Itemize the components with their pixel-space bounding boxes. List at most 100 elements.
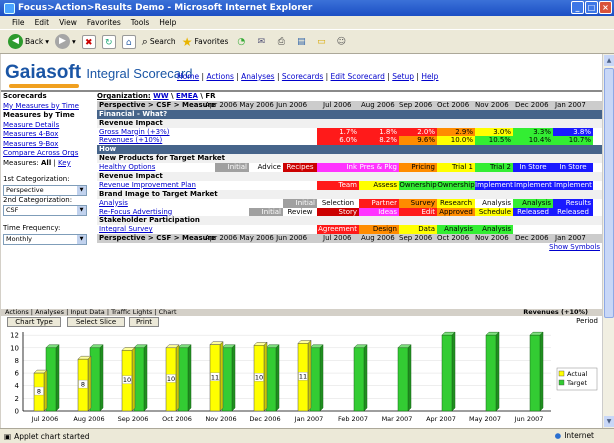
- section-how: How: [97, 145, 602, 155]
- row-integral-survey: Integral Survey Agreement Design Data An…: [99, 225, 513, 235]
- nav-actions[interactable]: Actions: [206, 72, 233, 81]
- left-panel: Scorecards My Measures by Time Measures …: [3, 92, 93, 245]
- history-icon[interactable]: ◔: [234, 35, 248, 49]
- nav-analyses[interactable]: Analyses: [241, 72, 274, 81]
- measure-healthy-options-link[interactable]: Healthy Options: [99, 163, 155, 172]
- row-revenues: Revenues (+10%) 6.0% 8.2% 9.6% 10.0% 10.…: [99, 136, 593, 146]
- measure-gross-margin-link[interactable]: Gross Margin (+3%): [99, 128, 170, 137]
- measure-analysis-link[interactable]: Analysis: [99, 199, 128, 208]
- target-bar-side: [275, 344, 280, 412]
- y-tick-label: 12: [10, 332, 19, 340]
- nav-help[interactable]: Help: [421, 72, 438, 81]
- home-icon[interactable]: ⌂: [121, 34, 136, 49]
- select-slice-button[interactable]: Select Slice: [67, 317, 125, 327]
- group-new-products: New Products for Target Market: [97, 154, 602, 164]
- scroll-down-icon[interactable]: ▼: [604, 416, 614, 427]
- menu-favorites[interactable]: Favorites: [87, 18, 121, 27]
- target-bar-side: [187, 344, 192, 412]
- actual-bar-side: [43, 369, 48, 412]
- target-bar-side: [407, 344, 412, 412]
- nav-edit-scorecard[interactable]: Edit Scorecard: [331, 72, 385, 81]
- measures-filter: Measures: All | Key: [3, 158, 71, 167]
- nav-home[interactable]: Home: [177, 72, 199, 81]
- forward-button[interactable]: ▶ ▾: [54, 34, 76, 49]
- measures-9box-link[interactable]: Measures 9-Box: [3, 140, 93, 150]
- org-ww-link[interactable]: WW: [153, 92, 168, 100]
- legend-swatch: [558, 379, 565, 386]
- messenger-icon[interactable]: ☺: [334, 35, 348, 49]
- measure-refocus-link[interactable]: Re-Focus Advertising: [99, 208, 172, 217]
- favorites-button[interactable]: ★ Favorites: [182, 35, 229, 49]
- measures-4box-link[interactable]: Measures 4-Box: [3, 130, 93, 140]
- freq-select[interactable]: Monthly ▼: [3, 233, 87, 245]
- maximize-button[interactable]: □: [585, 1, 598, 14]
- menu-help[interactable]: Help: [159, 18, 176, 27]
- menu-tools[interactable]: Tools: [131, 18, 149, 27]
- show-symbols-link[interactable]: Show Symbols: [549, 243, 600, 252]
- mail-icon[interactable]: ✉: [254, 35, 268, 49]
- revenue-chart: 0 2 4 6 8 10 12 8 Jul 2006 8 Aug 2006 10 Sep 2006 10 O…: [1, 328, 602, 428]
- menu-edit[interactable]: Edit: [35, 18, 50, 27]
- x-tick-label: Dec 2006: [249, 415, 280, 423]
- chart-measure-title: Revenues (+10%): [523, 309, 588, 316]
- cat2-select[interactable]: CSF ▼: [3, 205, 87, 216]
- chevron-down-icon: ▼: [77, 206, 86, 215]
- target-bar: [485, 334, 497, 412]
- data-label: 11: [211, 373, 219, 381]
- close-button[interactable]: ×: [599, 1, 612, 14]
- top-nav: Home | Actions | Analyses | Scorecards |…: [177, 72, 439, 81]
- measure-revenues-link[interactable]: Revenues (+10%): [99, 136, 162, 145]
- target-bar: [441, 334, 453, 412]
- print-button[interactable]: Print: [129, 317, 159, 327]
- menu-file[interactable]: File: [12, 18, 25, 27]
- back-arrow-icon: ◀: [8, 34, 23, 49]
- measure-revenue-improvement-link[interactable]: Revenue Improvement Plan: [99, 181, 196, 190]
- target-bar: [353, 347, 365, 412]
- cat1-select[interactable]: Perspective ▼: [3, 184, 87, 196]
- measure-details-link[interactable]: Measure Details: [3, 121, 93, 131]
- freq-label: Time Frequency:: [3, 224, 61, 232]
- minimize-button[interactable]: _: [571, 1, 584, 14]
- chevron-down-icon: ▼: [77, 185, 86, 195]
- row-analysis: Analysis Initial Selection Partner Surve…: [99, 198, 593, 208]
- status-page-icon: ▣: [4, 431, 12, 441]
- menubar: File Edit View Favorites Tools Help: [0, 16, 614, 29]
- scroll-thumb[interactable]: [604, 68, 614, 318]
- search-button[interactable]: ⌕ Search: [142, 35, 176, 49]
- edit-icon[interactable]: ▤: [294, 35, 308, 49]
- actual-bar-side: [307, 339, 312, 412]
- vertical-scrollbar[interactable]: ▲ ▼: [602, 54, 614, 428]
- x-tick-label: Sep 2006: [118, 415, 149, 423]
- y-tick-label: 6: [15, 370, 20, 378]
- my-measures-link[interactable]: My Measures by Time: [3, 102, 93, 112]
- target-bar: [221, 347, 233, 412]
- chart-type-button[interactable]: Chart Type: [7, 317, 61, 327]
- cat1-label: 1st Categorization:: [3, 175, 70, 183]
- nav-scorecards[interactable]: Scorecards: [282, 72, 323, 81]
- measures-key-link[interactable]: Key: [58, 159, 71, 167]
- data-label: 8: [37, 388, 41, 396]
- cat2-label: 2nd Categorization:: [3, 195, 73, 204]
- group-revenue-impact: Revenue Impact: [97, 118, 602, 128]
- refresh-icon[interactable]: ↻: [101, 34, 116, 49]
- measures-by-time-current: Measures by Time: [3, 111, 75, 119]
- frame-tabs-text[interactable]: Actions | Analyses | Input Data | Traffi…: [5, 309, 177, 315]
- stop-icon[interactable]: ✖: [81, 34, 96, 49]
- menu-view[interactable]: View: [59, 18, 77, 27]
- scroll-up-icon[interactable]: ▲: [604, 55, 614, 66]
- status-bar: ▣ Applet chart started ● Internet: [0, 428, 614, 443]
- nav-setup[interactable]: Setup: [392, 72, 414, 81]
- back-button[interactable]: ◀ Back ▾: [8, 34, 49, 49]
- row-gross-margin: Gross Margin (+3%) 1.7% 1.8% 2.0% 2.9% 3…: [99, 127, 593, 137]
- x-tick-label: May 2007: [469, 415, 501, 423]
- compare-orgs-link[interactable]: Compare Across Orgs: [3, 149, 93, 159]
- show-symbols-row: Show Symbols: [97, 243, 602, 252]
- measure-integral-survey-link[interactable]: Integral Survey: [99, 225, 153, 234]
- logo-swoosh: [9, 84, 79, 88]
- row-revenue-improvement: Revenue Improvement Plan Team Assess Own…: [99, 180, 593, 190]
- print-icon[interactable]: ⎙: [274, 35, 288, 49]
- org-emea-link[interactable]: EMEA: [176, 92, 198, 100]
- folder-icon[interactable]: ▭: [314, 35, 328, 49]
- legend-label: Target: [566, 379, 588, 387]
- lower-frame-tabs: Actions | Analyses | Input Data | Traffi…: [1, 309, 602, 316]
